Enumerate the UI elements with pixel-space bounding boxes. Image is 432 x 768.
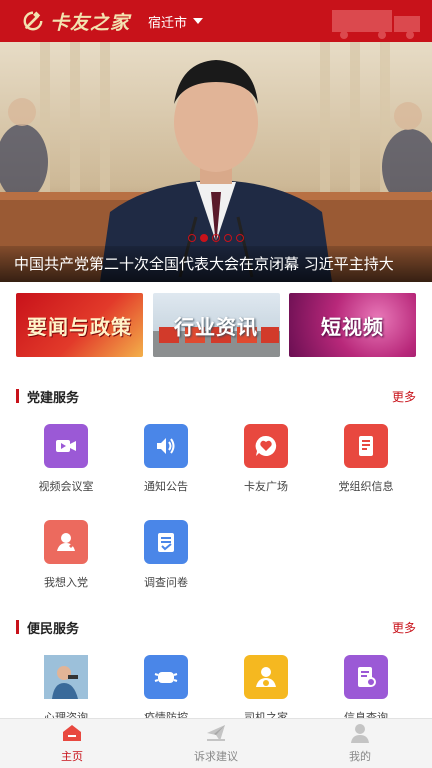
user-icon bbox=[351, 724, 369, 743]
carousel-dot-active[interactable] bbox=[200, 234, 208, 242]
party-emblem-icon bbox=[23, 11, 43, 31]
carousel-dot[interactable] bbox=[188, 234, 196, 242]
grid-item-notice[interactable]: 通知公告 bbox=[116, 424, 216, 494]
join-party-icon bbox=[44, 520, 88, 564]
carousel-dot[interactable] bbox=[212, 234, 220, 242]
city-label: 宿迁市 bbox=[148, 15, 188, 31]
tile-label: 行业资讯 bbox=[174, 314, 258, 339]
grid-item-survey[interactable]: 调查问卷 bbox=[116, 520, 216, 590]
heart-chat-icon bbox=[244, 424, 288, 468]
nav-profile[interactable]: 我的 bbox=[288, 719, 432, 768]
convenience-service-grid: 心理咨询 疫情防控 司机之家 信息查询 bbox=[16, 655, 416, 725]
tile-news-policy[interactable]: 要闻与政策 bbox=[16, 293, 143, 357]
more-link[interactable]: 更多 bbox=[392, 619, 416, 636]
section-accent-bar bbox=[16, 389, 19, 403]
carousel-indicator bbox=[188, 234, 244, 242]
section-title: 便民服务 bbox=[27, 621, 80, 637]
nav-label: 诉求建议 bbox=[194, 750, 238, 763]
party-service-header: 党建服务 更多 bbox=[16, 386, 416, 406]
nav-home[interactable]: 主页 bbox=[0, 719, 144, 768]
grid-item-label: 卡友广场 bbox=[244, 480, 288, 493]
tile-label: 要闻与政策 bbox=[27, 314, 132, 339]
section-accent-bar bbox=[16, 620, 19, 634]
grid-item-party-org[interactable]: 党组织信息 bbox=[316, 424, 416, 494]
chevron-down-icon bbox=[193, 18, 204, 24]
carousel-dot[interactable] bbox=[224, 234, 232, 242]
driver-icon bbox=[244, 655, 288, 699]
grid-item-epidemic[interactable]: 疫情防控 bbox=[116, 655, 216, 725]
bottom-navigation: 主页 诉求建议 我的 bbox=[0, 718, 432, 768]
category-tiles: 要闻与政策 行业资讯 短视频 bbox=[16, 293, 416, 357]
grid-item-video-meeting[interactable]: 视频会议室 bbox=[16, 424, 116, 494]
grid-item-trucker-square[interactable]: 卡友广场 bbox=[216, 424, 316, 494]
grid-item-join-party[interactable]: 我想入党 bbox=[16, 520, 116, 590]
banner-caption: 中国共产党第二十次全国代表大会在京闭幕 习近平主持大 bbox=[0, 246, 432, 282]
nav-label: 我的 bbox=[349, 750, 371, 763]
grid-item-info-query[interactable]: 信息查询 bbox=[316, 655, 416, 725]
paper-plane-icon bbox=[207, 725, 225, 741]
tile-short-video[interactable]: 短视频 bbox=[289, 293, 416, 357]
carousel-dot[interactable] bbox=[236, 234, 244, 242]
grid-item-label: 调查问卷 bbox=[144, 576, 188, 589]
news-banner[interactable]: 中国共产党第二十次全国代表大会在京闭幕 习近平主持大 bbox=[0, 42, 432, 282]
grid-item-label: 党组织信息 bbox=[338, 480, 394, 493]
grid-item-counseling[interactable]: 心理咨询 bbox=[16, 655, 116, 725]
video-icon bbox=[44, 424, 88, 468]
grid-item-driver-home[interactable]: 司机之家 bbox=[216, 655, 316, 725]
city-selector[interactable]: 宿迁市 bbox=[148, 12, 204, 31]
grid-item-label: 通知公告 bbox=[144, 480, 188, 493]
party-service-grid: 视频会议室 通知公告 卡友广场 党组织信息 我想入党 调查问卷 bbox=[16, 424, 416, 594]
convenience-service-header: 便民服务 更多 bbox=[16, 617, 416, 637]
grid-item-label: 我想入党 bbox=[44, 576, 88, 589]
section-title: 党建服务 bbox=[27, 390, 80, 406]
tile-label: 短视频 bbox=[321, 314, 384, 339]
grid-item-label: 视频会议室 bbox=[38, 480, 94, 493]
truck-decoration-icon bbox=[332, 10, 420, 39]
mask-icon bbox=[144, 655, 188, 699]
survey-icon bbox=[144, 520, 188, 564]
doc-search-icon bbox=[344, 655, 388, 699]
more-link[interactable]: 更多 bbox=[392, 388, 416, 405]
nav-label: 主页 bbox=[61, 750, 83, 763]
nav-feedback[interactable]: 诉求建议 bbox=[144, 719, 288, 768]
top-header: 卡友之家 宿迁市 bbox=[0, 0, 432, 42]
tile-industry-news[interactable]: 行业资讯 bbox=[152, 293, 280, 357]
speaker-icon bbox=[144, 424, 188, 468]
home-icon bbox=[63, 725, 81, 741]
app-name: 卡友之家 bbox=[50, 11, 131, 34]
app-screen: 卡友之家 宿迁市 中国共产党第二十次全国代表大会在京闭幕 习近平主持大 要闻与政… bbox=[0, 0, 432, 768]
party-doc-icon bbox=[344, 424, 388, 468]
counseling-photo-icon bbox=[44, 655, 88, 699]
